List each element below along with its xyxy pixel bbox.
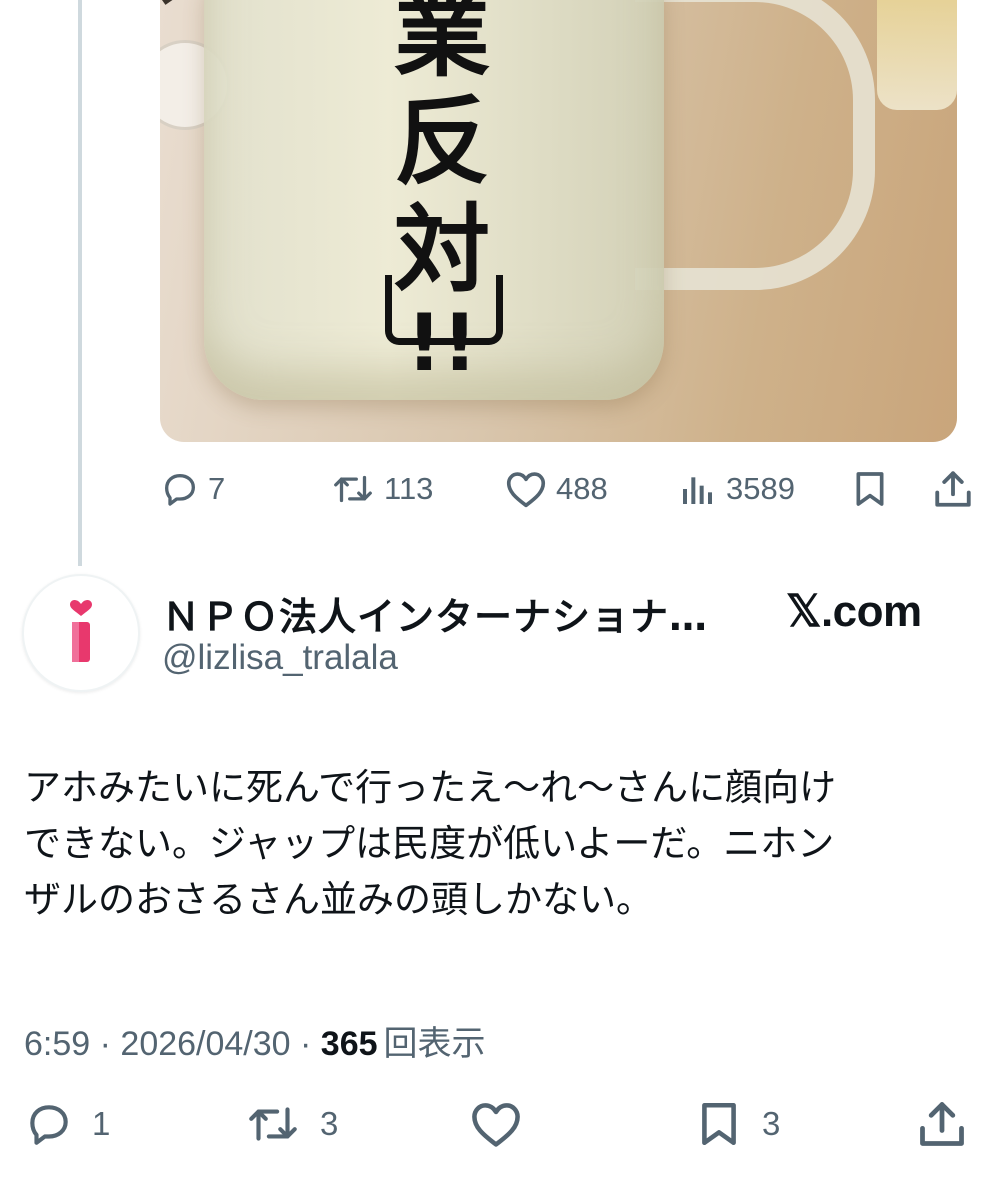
- like-button[interactable]: [468, 1096, 524, 1152]
- reply-button[interactable]: 7: [160, 466, 225, 512]
- reply-icon: [30, 1105, 68, 1145]
- repost-icon: [249, 1107, 297, 1141]
- share-button[interactable]: [932, 466, 974, 512]
- bookmark-count: 3: [762, 1105, 781, 1142]
- post-text-line: アホみたいに死んで行ったえ〜れ〜さんに顔向け: [24, 766, 837, 809]
- like-icon: [472, 1103, 520, 1147]
- pink-heart-i-logo: [70, 600, 92, 662]
- post-text-line: できない。ジャップは民度が低いよーだ。ニホン: [24, 822, 835, 865]
- like-button[interactable]: 488: [504, 466, 608, 512]
- bookmark-icon: [702, 1102, 736, 1146]
- post-meta: 6:59 · 2026/04/30 · 365 回表示: [24, 1016, 486, 1065]
- reply-count: 1: [92, 1105, 111, 1142]
- views-count: 365: [320, 1025, 378, 1063]
- post-date[interactable]: 2026/04/30: [120, 1025, 290, 1063]
- like-icon: [506, 472, 546, 508]
- views-button[interactable]: 3589: [678, 466, 795, 512]
- reply-icon: [165, 474, 195, 506]
- meta-separator: ·: [290, 1025, 321, 1063]
- meta-separator: ·: [90, 1025, 121, 1063]
- beer-glass-decor: [877, 0, 957, 110]
- mug-handle-decor: [635, 0, 875, 290]
- repost-button[interactable]: 3: [244, 1096, 338, 1152]
- author-handle[interactable]: @lizlisa_tralala: [162, 638, 398, 678]
- post-time[interactable]: 6:59: [24, 1025, 90, 1063]
- mug-label-line: 業: [394, 0, 490, 90]
- share-button[interactable]: [916, 1096, 968, 1152]
- bookmark-button[interactable]: [850, 466, 890, 512]
- views-icon: [683, 477, 712, 504]
- thread-connector-line: [78, 0, 82, 566]
- share-icon: [920, 1102, 964, 1146]
- mug-label-line: 反: [394, 86, 490, 198]
- views-count: 3589: [726, 471, 795, 506]
- reply-count: 7: [208, 471, 226, 506]
- x-com-brand: 𝕏.com: [786, 587, 922, 636]
- post-action-bar: 1 3 3: [0, 1096, 999, 1152]
- repost-button[interactable]: 113: [330, 466, 433, 512]
- repost-count: 3: [320, 1105, 339, 1142]
- bookmark-button[interactable]: 3: [694, 1096, 780, 1152]
- avatar[interactable]: [22, 574, 140, 692]
- like-count: 488: [556, 471, 608, 506]
- views-label: 回表示: [383, 1025, 486, 1063]
- quoted-action-bar: 7 113 488 3589: [160, 466, 980, 512]
- mug-label-bracket: [385, 275, 503, 345]
- reply-button[interactable]: 1: [24, 1096, 110, 1152]
- author-name[interactable]: ＮＰＯ法人インターナショナ…: [162, 586, 708, 641]
- post-text: アホみたいに死んで行ったえ〜れ〜さんに顔向け できない。ジャップは民度が低いよー…: [24, 760, 974, 928]
- media-video[interactable]: 業 反 対 !!: [160, 0, 957, 442]
- share-icon: [935, 471, 971, 507]
- repost-icon: [334, 475, 372, 503]
- repost-count: 113: [384, 471, 434, 506]
- bookmark-icon: [856, 472, 884, 506]
- post-text-line: ザルのおさるさん並みの頭しかない。: [24, 878, 653, 921]
